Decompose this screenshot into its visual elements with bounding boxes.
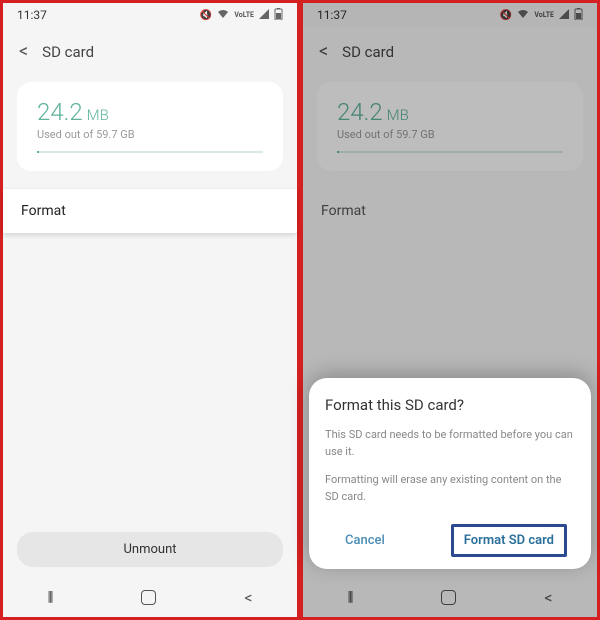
dialog-body: This SD card needs to be formatted befor… [325, 426, 575, 506]
format-label: Format [321, 203, 366, 219]
nav-bar: ||| < [303, 577, 597, 617]
storage-progress-fill [337, 151, 339, 153]
format-option[interactable]: Format [303, 189, 597, 233]
page-header: < SD card [303, 27, 597, 74]
volte-label: VoLTE [234, 11, 254, 19]
clock: 11:37 [17, 8, 47, 22]
nav-back-icon[interactable]: < [244, 588, 252, 607]
nav-bar: ||| < [3, 577, 297, 617]
page-header: < SD card [3, 27, 297, 74]
battery-icon [274, 8, 283, 23]
unmount-label: Unmount [123, 542, 176, 557]
storage-usage-card: 24.2 MB Used out of 59.7 GB [317, 82, 583, 171]
dialog-actions: Cancel Format SD card [325, 520, 575, 559]
format-dialog: Format this SD card? This SD card needs … [309, 378, 591, 569]
format-sd-card-button[interactable]: Format SD card [451, 524, 567, 557]
dialog-line2: Formatting will erase any existing conte… [325, 471, 575, 506]
storage-usage-card: 24.2 MB Used out of 59.7 GB [17, 82, 283, 171]
battery-icon [574, 8, 583, 23]
format-label: Format [21, 203, 66, 219]
dialog-line1: This SD card needs to be formatted befor… [325, 426, 575, 461]
status-icons: 🔇 VoLTE [500, 8, 583, 23]
nav-back-icon[interactable]: < [544, 588, 552, 607]
dialog-title: Format this SD card? [325, 396, 575, 414]
back-icon[interactable]: < [19, 41, 28, 62]
page-title: SD card [342, 43, 394, 61]
storage-used-value: 24.2 [337, 98, 383, 126]
clock: 11:37 [317, 8, 347, 22]
volte-label: VoLTE [534, 11, 554, 19]
status-icons: 🔇 VoLTE [200, 8, 283, 23]
signal-icon [259, 9, 269, 22]
storage-used-unit: MB [87, 106, 109, 124]
wifi-icon [217, 9, 229, 22]
format-option[interactable]: Format [3, 189, 297, 233]
nav-recent-icon[interactable]: ||| [47, 589, 51, 605]
storage-progress-fill [37, 151, 39, 153]
storage-subtext: Used out of 59.7 GB [337, 128, 563, 141]
nav-home-icon[interactable] [141, 590, 156, 605]
status-bar: 11:37 🔇 VoLTE [303, 3, 597, 27]
back-icon[interactable]: < [319, 41, 328, 62]
mute-icon: 🔇 [200, 10, 212, 21]
nav-home-icon[interactable] [441, 590, 456, 605]
storage-used-unit: MB [387, 106, 409, 124]
storage-progress-bar [37, 151, 263, 153]
cancel-button[interactable]: Cancel [333, 527, 397, 554]
storage-used-value: 24.2 [37, 98, 83, 126]
signal-icon [559, 9, 569, 22]
storage-progress-bar [337, 151, 563, 153]
unmount-button[interactable]: Unmount [17, 532, 283, 567]
page-title: SD card [42, 43, 94, 61]
mute-icon: 🔇 [500, 10, 512, 21]
wifi-icon [517, 9, 529, 22]
nav-recent-icon[interactable]: ||| [347, 589, 351, 605]
phone-screen-left: 11:37 🔇 VoLTE < SD card 24.2 [0, 0, 300, 620]
storage-subtext: Used out of 59.7 GB [37, 128, 263, 141]
phone-screen-right: 11:37 🔇 VoLTE < SD card 24.2 [300, 0, 600, 620]
status-bar: 11:37 🔇 VoLTE [3, 3, 297, 27]
